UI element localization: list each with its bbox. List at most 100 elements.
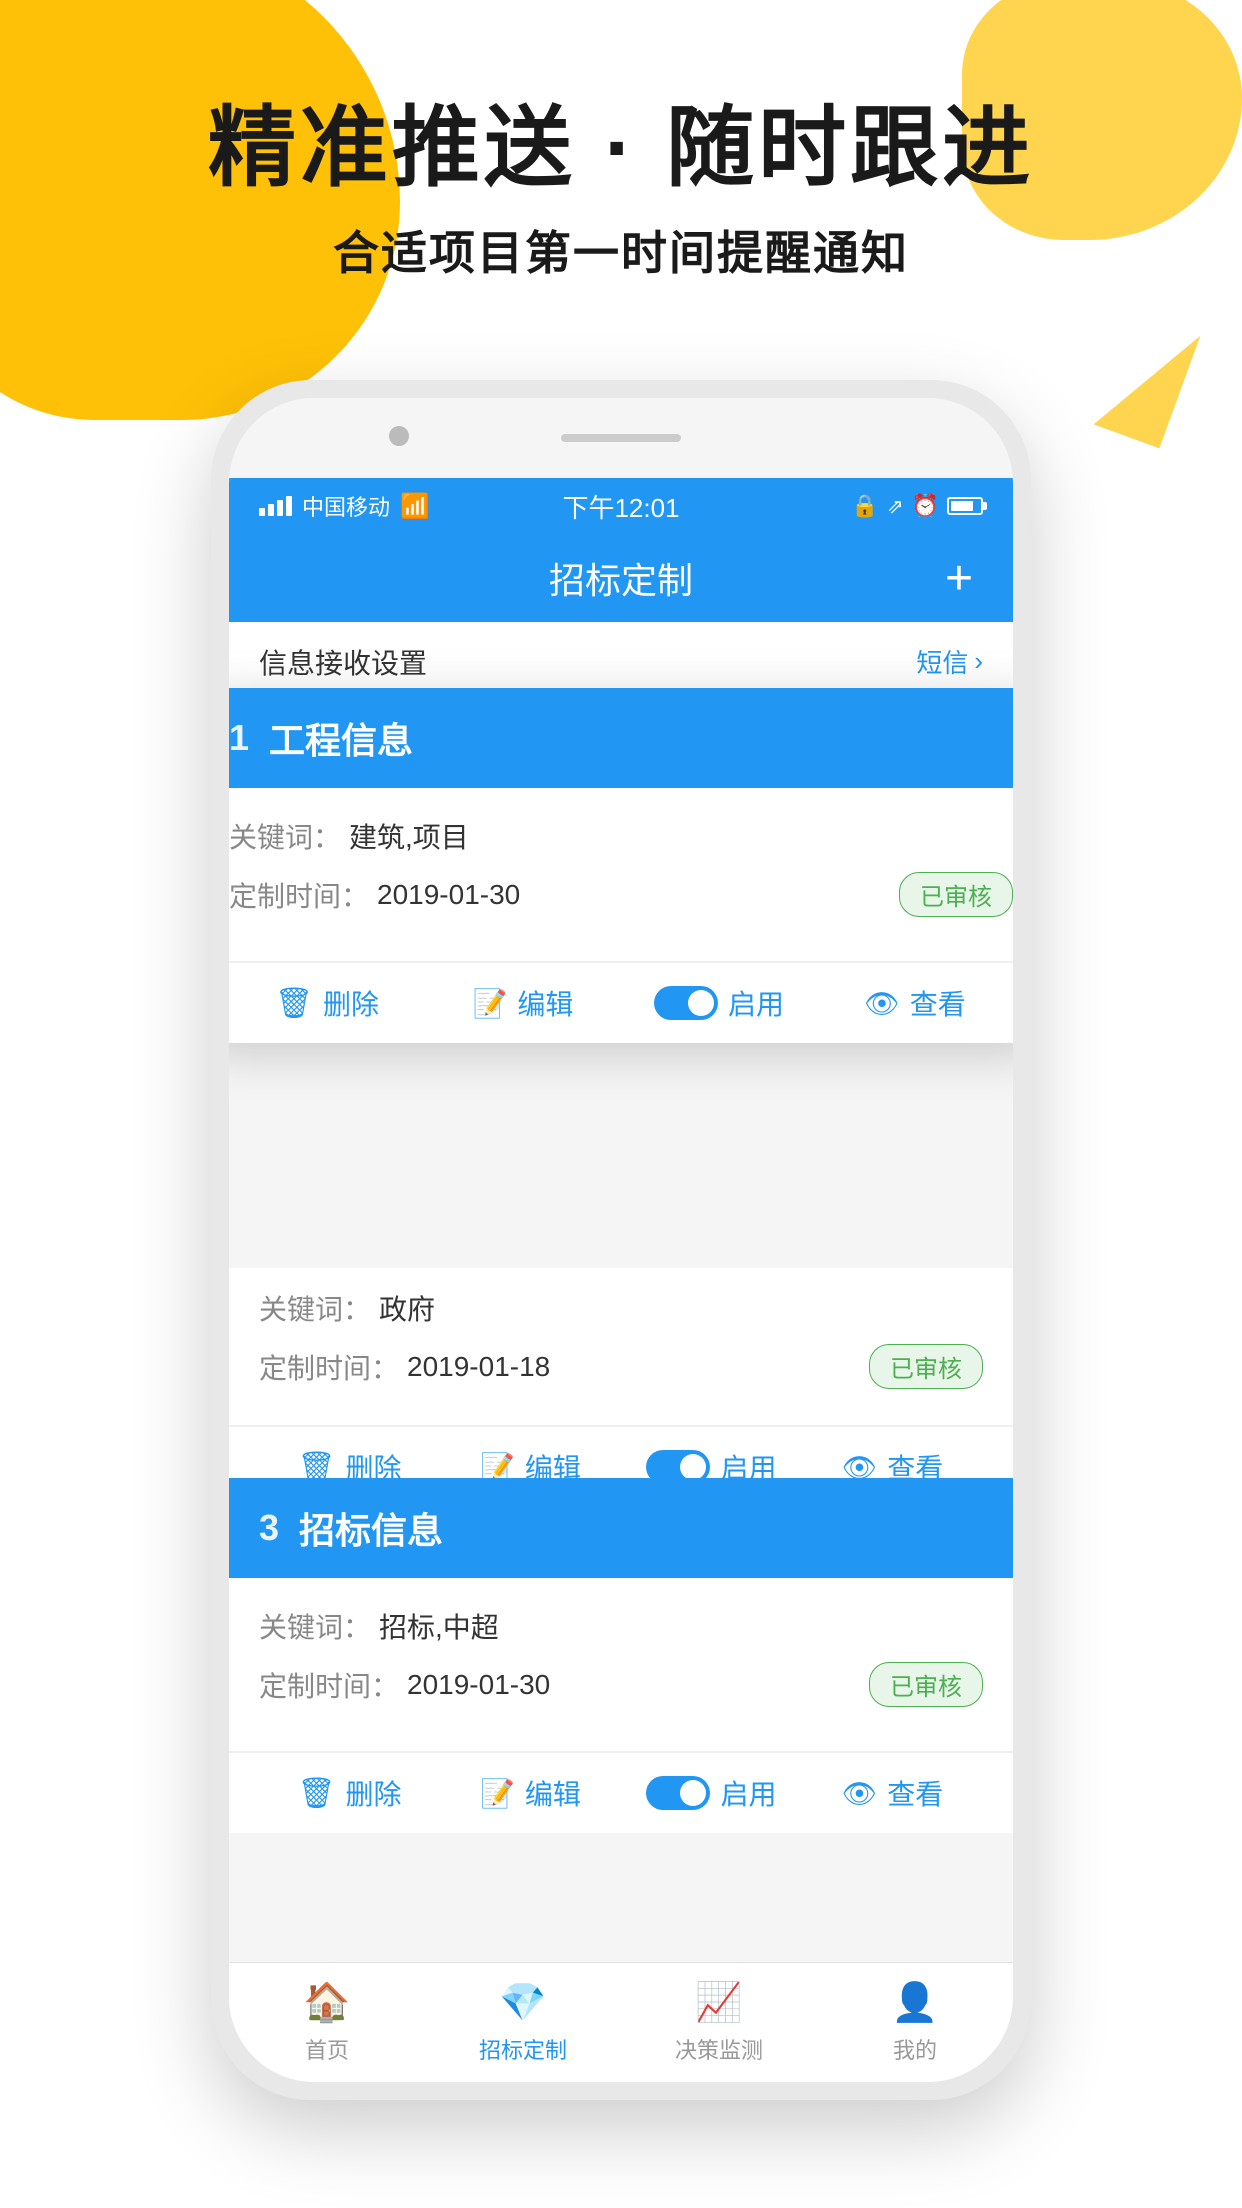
delete-label-1: 删除: [323, 983, 379, 1023]
phone-mockup: 中国移动 📶 下午12:01 🔒 ⇗ ⏰ 招标定制 +: [211, 380, 1031, 2100]
edit-label-1: 编辑: [517, 983, 573, 1023]
bg-triangle: [1094, 312, 1201, 449]
nav-label-profile: 我的: [893, 2033, 937, 2065]
view-label-3: 查看: [887, 1773, 943, 1813]
status-bar: 中国移动 📶 下午12:01 🔒 ⇗ ⏰: [229, 478, 1013, 534]
info-bar-value: 短信: [916, 643, 968, 680]
phone-camera: [389, 426, 409, 446]
view-label-1: 查看: [910, 983, 966, 1023]
delete-button-3[interactable]: 🗑 删除: [259, 1773, 440, 1813]
app-header-title: 招标定制: [549, 552, 693, 604]
app-header: 招标定制 +: [229, 534, 1013, 622]
card-3-title: 招标信息: [299, 1502, 443, 1554]
keyword-value-3: 招标,中超: [379, 1606, 499, 1646]
card-1-body: 关键词： 建筑,项目 定制时间： 2019-01-30 已审核: [229, 788, 1013, 961]
keyword-label-3: 关键词：: [259, 1606, 371, 1646]
nav-item-home[interactable]: 🏠 首页: [229, 1981, 425, 2065]
wifi-icon: 📶: [400, 492, 430, 521]
badge-1: 已审核: [899, 872, 1013, 917]
card-3-keyword-row: 关键词： 招标,中超: [259, 1606, 983, 1646]
time-label-1: 定制时间：: [229, 875, 369, 915]
card-3-header: 3 招标信息: [229, 1478, 1013, 1578]
delete-button-1[interactable]: 🗑 删除: [229, 983, 425, 1023]
phone-inner: 中国移动 📶 下午12:01 🔒 ⇗ ⏰ 招标定制 +: [229, 398, 1013, 2082]
lock-icon: 🔒: [851, 493, 878, 519]
nav-label-home: 首页: [305, 2033, 349, 2065]
edit-button-1[interactable]: 📝 编辑: [425, 983, 621, 1023]
nav-label-monitor: 决策监测: [675, 2033, 763, 2065]
enable-button-1[interactable]: 启用: [621, 983, 817, 1023]
battery-fill: [951, 501, 973, 511]
card-3-actions: 🗑 删除 📝 编辑 启用 👁 查看: [229, 1752, 1013, 1833]
diamond-icon: 💎: [499, 1981, 546, 2025]
card-3-body: 关键词： 招标,中超 定制时间： 2019-01-30 已审核: [229, 1578, 1013, 1751]
trash-icon-3: 🗑: [297, 1776, 335, 1811]
time-value-1: 2019-01-30: [377, 879, 520, 911]
info-bar-right: 短信 ›: [916, 643, 983, 680]
time-value-3: 2019-01-30: [407, 1669, 550, 1701]
subtitle-suffix: 提醒通知: [717, 227, 909, 279]
phone-speaker: [561, 434, 681, 442]
card-1-number: 1: [229, 717, 249, 759]
nav-label-bidding: 招标定制: [479, 2033, 567, 2065]
card-1-header: 1 工程信息: [229, 688, 1013, 788]
keyword-label-1: 关键词：: [229, 816, 341, 856]
carrier-label: 中国移动: [302, 490, 390, 522]
phone-notch: [229, 398, 1013, 478]
card-1-time-row: 定制时间： 2019-01-30 已审核: [229, 872, 1013, 917]
status-time: 下午12:01: [500, 488, 741, 525]
time-label-2: 定制时间：: [259, 1347, 399, 1387]
delete-label-3: 删除: [346, 1773, 402, 1813]
hero-section: 精准推送 · 随时跟进 合适项目第一时间提醒通知: [0, 100, 1242, 283]
card-2: 关键词： 政府 定制时间： 2019-01-18 已审核 🗑 删除: [229, 1268, 1013, 1507]
phone-outer: 中国移动 📶 下午12:01 🔒 ⇗ ⏰ 招标定制 +: [211, 380, 1031, 2100]
time-value-2: 2019-01-18: [407, 1351, 550, 1383]
eye-icon-1: 👁: [864, 987, 900, 1020]
card-1-title: 工程信息: [269, 712, 413, 764]
home-icon: 🏠: [303, 1981, 350, 2025]
toggle-3[interactable]: [646, 1776, 710, 1810]
card-3-time-row: 定制时间： 2019-01-30 已审核: [259, 1662, 983, 1707]
enable-label-3: 启用: [720, 1773, 776, 1813]
chart-icon: 📈: [695, 1981, 742, 2025]
alarm-icon: ⏰: [912, 493, 939, 519]
edit-icon-1: 📝: [473, 987, 508, 1020]
hero-subtitle: 合适项目第一时间提醒通知: [0, 217, 1242, 283]
edit-icon-3: 📝: [480, 1777, 515, 1810]
card-1: 1 工程信息 关键词： 建筑,项目 定制时间： 2019-01-30 已审核: [229, 688, 1013, 1043]
eye-icon-3: 👁: [842, 1777, 878, 1810]
nav-item-bidding[interactable]: 💎 招标定制: [425, 1981, 621, 2065]
view-button-3[interactable]: 👁 查看: [802, 1773, 983, 1813]
card-3-number: 3: [259, 1507, 279, 1549]
person-icon: 👤: [891, 1981, 938, 2025]
card-2-time-row: 定制时间： 2019-01-18 已审核: [259, 1344, 983, 1389]
toggle-1[interactable]: [654, 986, 718, 1020]
card-2-keyword-row: 关键词： 政府: [259, 1288, 983, 1328]
chevron-right-icon: ›: [974, 646, 983, 677]
card-3: 3 招标信息 关键词： 招标,中超 定制时间： 2019-01-30 已审核: [229, 1478, 1013, 1833]
signal-bars: [259, 496, 292, 516]
status-left: 中国移动 📶: [259, 490, 500, 522]
card-1-keyword-row: 关键词： 建筑,项目: [229, 816, 1013, 856]
subtitle-prefix: 合适项目: [333, 227, 525, 279]
badge-2: 已审核: [869, 1344, 983, 1389]
hero-title: 精准推送 · 随时跟进: [0, 100, 1242, 197]
bottom-nav: 🏠 首页 💎 招标定制 📈 决策监测 👤 我的: [229, 1962, 1013, 2082]
status-right: 🔒 ⇗ ⏰: [742, 493, 983, 519]
keyword-label-2: 关键词：: [259, 1288, 371, 1328]
battery-icon: [947, 497, 983, 515]
badge-3: 已审核: [869, 1662, 983, 1707]
enable-button-3[interactable]: 启用: [621, 1773, 802, 1813]
info-bar-label: 信息接收设置: [259, 642, 427, 682]
view-button-1[interactable]: 👁 查看: [817, 983, 1013, 1023]
trash-icon-1: 🗑: [275, 986, 313, 1021]
add-button[interactable]: +: [945, 551, 973, 606]
card-2-body: 关键词： 政府 定制时间： 2019-01-18 已审核: [229, 1268, 1013, 1425]
keyword-value-2: 政府: [379, 1288, 435, 1328]
enable-label-1: 启用: [728, 983, 784, 1023]
nav-item-profile[interactable]: 👤 我的: [817, 1981, 1013, 2065]
edit-button-3[interactable]: 📝 编辑: [440, 1773, 621, 1813]
edit-label-3: 编辑: [525, 1773, 581, 1813]
nav-item-monitor[interactable]: 📈 决策监测: [621, 1981, 817, 2065]
keyword-value-1: 建筑,项目: [349, 816, 469, 856]
